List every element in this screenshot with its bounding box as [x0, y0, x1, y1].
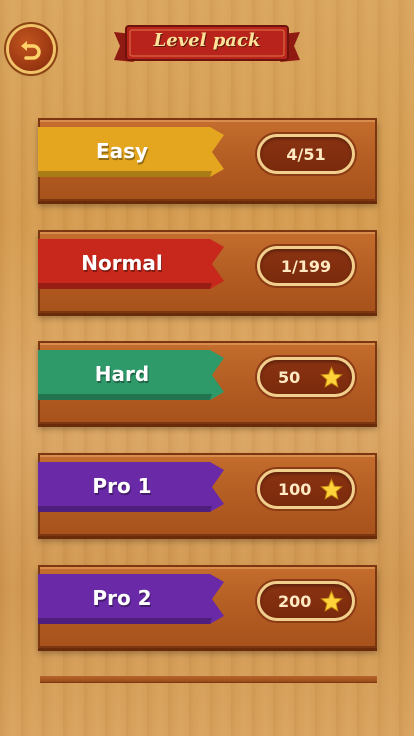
star-requirement-pill: 100	[257, 469, 355, 509]
pack-ribbon: Pro 2	[38, 574, 226, 624]
progress-pill: 1/199	[257, 246, 355, 286]
page-title: Level pack	[153, 30, 261, 51]
next-row-edge	[40, 676, 377, 683]
pack-label: Pro 2	[92, 586, 152, 610]
pack-ribbon: Hard	[38, 350, 226, 400]
pack-label: Pro 1	[92, 474, 152, 498]
star-requirement-value: 200	[278, 591, 312, 611]
back-button[interactable]	[9, 27, 53, 71]
pack-row-easy[interactable]: Easy 4/51	[38, 118, 377, 201]
pack-label: Hard	[94, 362, 150, 386]
progress-pill: 4/51	[257, 134, 355, 174]
star-icon	[320, 366, 343, 388]
star-icon	[320, 590, 343, 612]
star-requirement-pill: 200	[257, 581, 355, 621]
pack-ribbon: Normal	[38, 239, 226, 289]
progress-value: 1/199	[280, 256, 332, 276]
progress-value: 4/51	[286, 144, 326, 164]
pack-row-hard[interactable]: Hard 50	[38, 341, 377, 424]
pack-row-normal[interactable]: Normal 1/199	[38, 230, 377, 313]
pack-label: Easy	[95, 139, 149, 163]
pack-row-pro-1[interactable]: Pro 1 100	[38, 453, 377, 536]
title-banner: Level pack	[112, 22, 302, 68]
star-requirement-value: 100	[278, 479, 312, 499]
back-arrow-icon	[21, 41, 41, 60]
star-icon	[320, 478, 343, 500]
pack-ribbon: Easy	[38, 127, 226, 177]
pack-ribbon: Pro 1	[38, 462, 226, 512]
star-requirement-pill: 50	[257, 357, 355, 397]
pack-row-pro-2[interactable]: Pro 2 200	[38, 565, 377, 648]
star-requirement-value: 50	[278, 367, 301, 387]
pack-label: Normal	[81, 251, 163, 275]
